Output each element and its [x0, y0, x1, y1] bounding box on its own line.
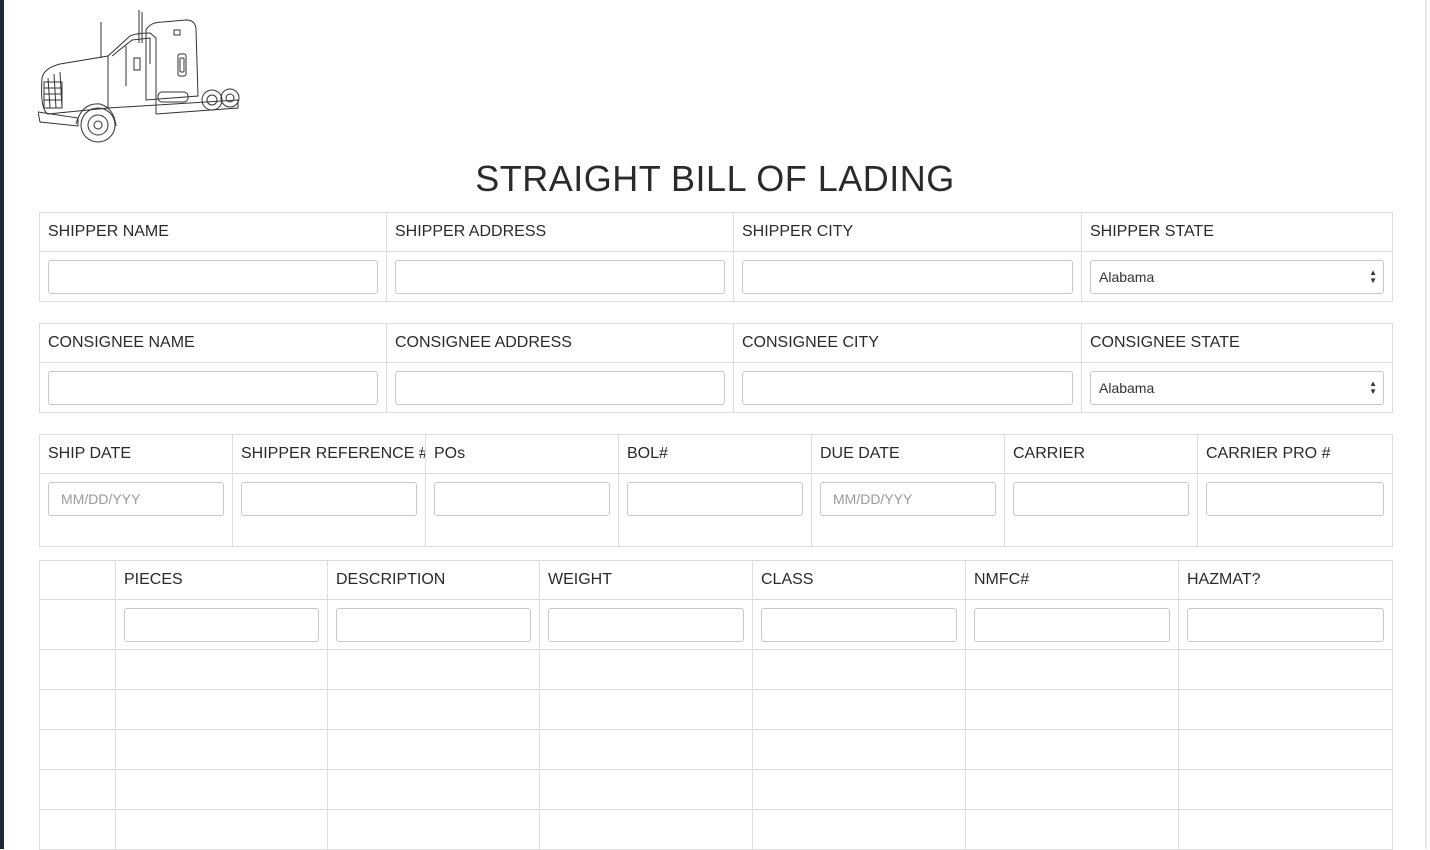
shipper-reference-label: SHIPPER REFERENCE #: [232, 434, 426, 474]
items-header-description: DESCRIPTION: [327, 560, 540, 600]
table-row: [39, 649, 1393, 690]
consignee-city-input[interactable]: [742, 370, 1073, 405]
class-input[interactable]: [761, 607, 957, 642]
page-title: STRAIGHT BILL OF LADING: [475, 158, 955, 199]
due-date-label: DUE DATE: [811, 434, 1005, 474]
items-table: PIECES DESCRIPTION WEIGHT CLASS NMFC# HA…: [39, 560, 1393, 850]
table-row: [39, 809, 1393, 850]
table-row: [39, 689, 1393, 730]
carrier-pro-label: CARRIER PRO #: [1197, 434, 1393, 474]
pos-label: POs: [425, 434, 619, 474]
ship-date-label: SHIP DATE: [39, 434, 233, 474]
chevron-up-down-icon: ▲ ▼: [1369, 378, 1377, 396]
consignee-address-input[interactable]: [395, 370, 725, 405]
carrier-label: CARRIER: [1004, 434, 1198, 474]
shipper-name-input[interactable]: [48, 259, 378, 294]
consignee-city-label: CONSIGNEE CITY: [733, 323, 1082, 363]
chevron-up-down-icon: ▲ ▼: [1369, 267, 1377, 285]
shipper-reference-input[interactable]: [241, 482, 417, 516]
consignee-state-label: CONSIGNEE STATE: [1081, 323, 1393, 363]
consignee-state-value: Alabama: [1099, 379, 1155, 396]
bol-input[interactable]: [627, 482, 803, 516]
shipper-address-label: SHIPPER ADDRESS: [386, 212, 734, 252]
items-header-weight: WEIGHT: [539, 560, 753, 600]
pos-input[interactable]: [434, 482, 610, 516]
consignee-name-input[interactable]: [48, 370, 378, 405]
hazmat-input[interactable]: [1187, 607, 1384, 642]
truck-logo-icon: [38, 10, 240, 143]
table-row: [39, 729, 1393, 770]
items-header-pieces: PIECES: [115, 560, 328, 600]
table-row: [39, 769, 1393, 810]
consignee-name-label: CONSIGNEE NAME: [39, 323, 387, 363]
shipment-table: SHIP DATE SHIPPER REFERENCE # POs BOL# D…: [39, 434, 1393, 547]
shipper-city-input[interactable]: [742, 259, 1073, 294]
table-row: [39, 599, 1393, 650]
scrollbar-track[interactable]: [1425, 0, 1427, 849]
consignee-table: CONSIGNEE NAME CONSIGNEE ADDRESS CONSIGN…: [39, 323, 1393, 413]
shipper-state-select[interactable]: Alabama ▲ ▼: [1090, 259, 1384, 294]
shipper-state-label: SHIPPER STATE: [1081, 212, 1393, 252]
bol-label: BOL#: [618, 434, 812, 474]
due-date-input[interactable]: [820, 482, 996, 516]
carrier-input[interactable]: [1013, 482, 1189, 516]
shipper-address-input[interactable]: [395, 259, 725, 294]
items-header-class: CLASS: [752, 560, 966, 600]
items-header-nmfc: NMFC#: [965, 560, 1179, 600]
nmfc-input[interactable]: [974, 607, 1170, 642]
consignee-state-select[interactable]: Alabama ▲ ▼: [1090, 370, 1384, 405]
left-edge-bar: [0, 0, 4, 849]
shipper-state-value: Alabama: [1099, 268, 1155, 285]
description-input[interactable]: [336, 607, 531, 642]
row-index-cell: [39, 599, 116, 650]
pieces-input[interactable]: [124, 607, 319, 642]
shipper-name-label: SHIPPER NAME: [39, 212, 387, 252]
ship-date-input[interactable]: [48, 482, 224, 516]
consignee-address-label: CONSIGNEE ADDRESS: [386, 323, 734, 363]
items-header-hazmat: HAZMAT?: [1178, 560, 1393, 600]
shipper-table: SHIPPER NAME SHIPPER ADDRESS SHIPPER CIT…: [39, 212, 1393, 302]
shipper-city-label: SHIPPER CITY: [733, 212, 1082, 252]
carrier-pro-input[interactable]: [1206, 482, 1384, 516]
items-header-index: [39, 560, 116, 600]
weight-input[interactable]: [548, 607, 744, 642]
